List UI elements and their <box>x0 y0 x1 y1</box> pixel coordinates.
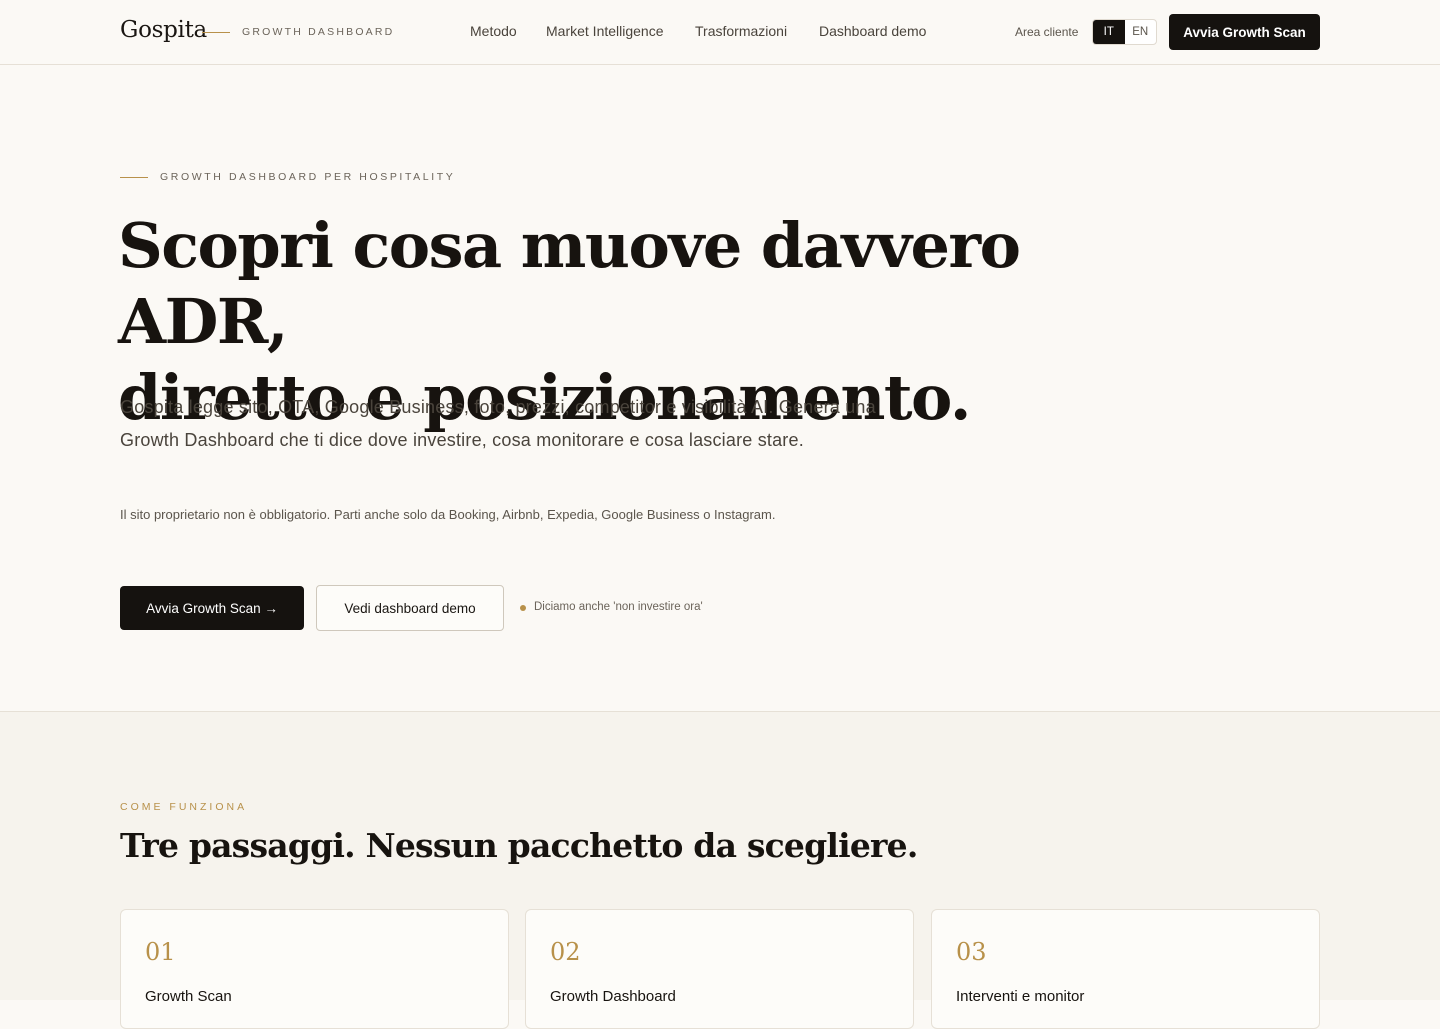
step-title: Growth Scan <box>145 988 232 1005</box>
section-title: Tre passaggi. Nessun pacchetto da scegli… <box>120 826 918 865</box>
step-title: Interventi e monitor <box>956 988 1085 1005</box>
step-card: 01 Growth Scan <box>120 909 509 1029</box>
bullet-dot-icon <box>520 605 526 611</box>
step-card: 03 Interventi e monitor <box>931 909 1320 1029</box>
hero-title-line-1: Scopri cosa muove davvero ADR, <box>118 209 1021 358</box>
section-eyebrow: COME FUNZIONA <box>120 801 248 813</box>
step-card: 02 Growth Dashboard <box>525 909 914 1029</box>
brand-tagline: GROWTH DASHBOARD <box>242 26 395 38</box>
eyebrow-divider <box>120 177 148 178</box>
start-growth-scan-button[interactable]: Avvia Growth Scan → <box>120 586 304 630</box>
nav-item-market-intelligence[interactable]: Market Intelligence <box>546 23 664 39</box>
step-number: 02 <box>550 938 581 966</box>
hero-note: Il sito proprietario non è obbligatorio.… <box>120 507 776 522</box>
client-area-link[interactable]: Area cliente <box>1015 25 1078 39</box>
hero-aside-note: Diciamo anche 'non investire ora' <box>534 601 703 613</box>
nav-item-metodo[interactable]: Metodo <box>470 23 517 39</box>
nav-item-trasformazioni[interactable]: Trasformazioni <box>695 23 787 39</box>
language-switcher: IT EN <box>1092 19 1157 45</box>
nav-item-dashboard-demo[interactable]: Dashboard demo <box>819 23 926 39</box>
step-number: 01 <box>145 938 176 966</box>
language-option-it[interactable]: IT <box>1093 20 1125 44</box>
logo-divider <box>202 32 230 33</box>
how-it-works-section: COME FUNZIONA Tre passaggi. Nessun pacch… <box>0 711 1440 1029</box>
language-option-en[interactable]: EN <box>1125 20 1157 44</box>
view-dashboard-demo-button[interactable]: Vedi dashboard demo <box>316 585 504 631</box>
step-title: Growth Dashboard <box>550 988 676 1005</box>
top-navigation-bar: Gospita GROWTH DASHBOARD Metodo Market I… <box>0 0 1440 65</box>
hero-lead: Gospita legge sito, OTA, Google Business… <box>120 397 876 450</box>
hero-eyebrow: GROWTH DASHBOARD PER HOSPITALITY <box>160 171 456 183</box>
brand-logo[interactable]: Gospita <box>120 17 207 43</box>
header-growth-scan-button[interactable]: Avvia Growth Scan <box>1169 14 1320 50</box>
step-number: 03 <box>956 938 987 966</box>
